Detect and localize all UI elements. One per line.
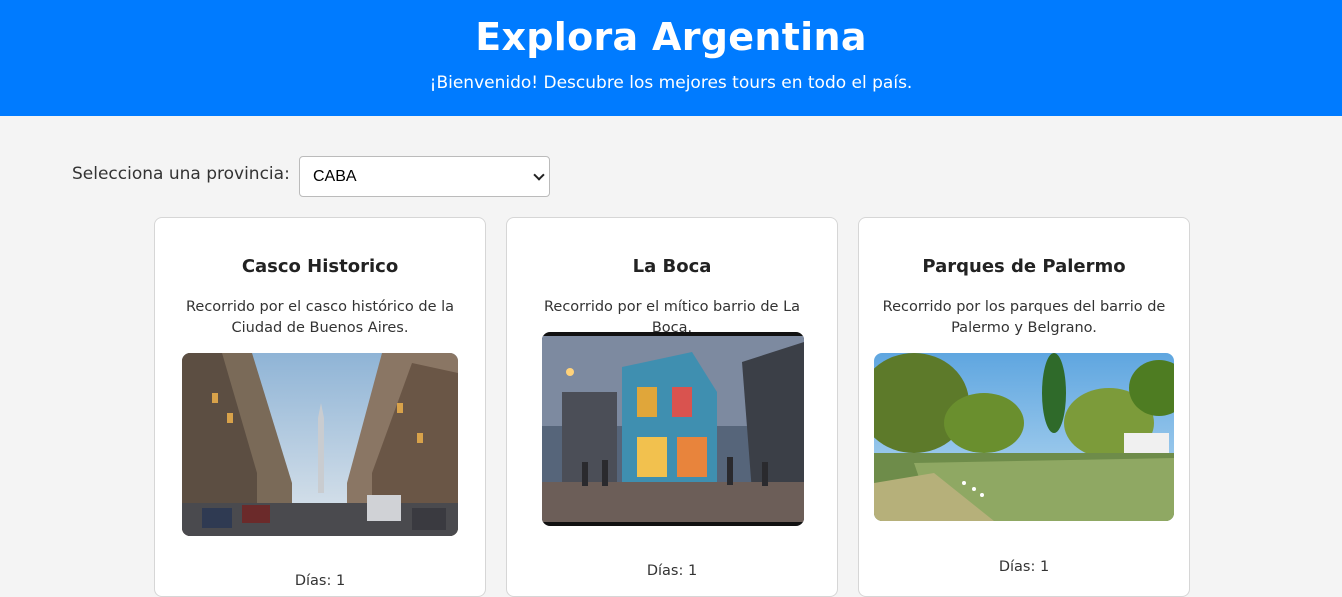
tour-card[interactable]: La Boca Recorrido por el mítico barrio d… [506,217,838,597]
tour-description: Recorrido por el casco histórico de la C… [185,299,455,336]
city-street-photo [182,353,458,536]
province-select[interactable]: CABA [299,156,550,197]
tour-card[interactable]: Parques de Palermo Recorrido por los par… [858,217,1190,597]
tour-description: Recorrido por los parques del barrio de … [882,299,1166,336]
colorful-building-photo [542,332,804,526]
tour-title: La Boca [632,256,712,277]
tour-days: Días: 1 [646,563,698,579]
tour-card[interactable]: Casco Historico Recorrido por el casco h… [154,217,486,597]
tour-days: Días: 1 [294,573,346,589]
chevron-down-icon [533,169,545,181]
park-lake-photo [874,353,1174,521]
tour-title: Parques de Palermo [922,256,1126,277]
tour-title: Casco Historico [241,256,399,277]
page-title: Explora Argentina [475,15,867,59]
page-subtitle: ¡Bienvenido! Descubre los mejores tours … [429,73,913,93]
province-select-label: Selecciona una provincia: [72,164,290,184]
tour-days: Días: 1 [998,559,1050,575]
page-header: Explora Argentina ¡Bienvenido! Descubre … [0,0,1342,116]
province-select-value: CABA [313,168,357,185]
